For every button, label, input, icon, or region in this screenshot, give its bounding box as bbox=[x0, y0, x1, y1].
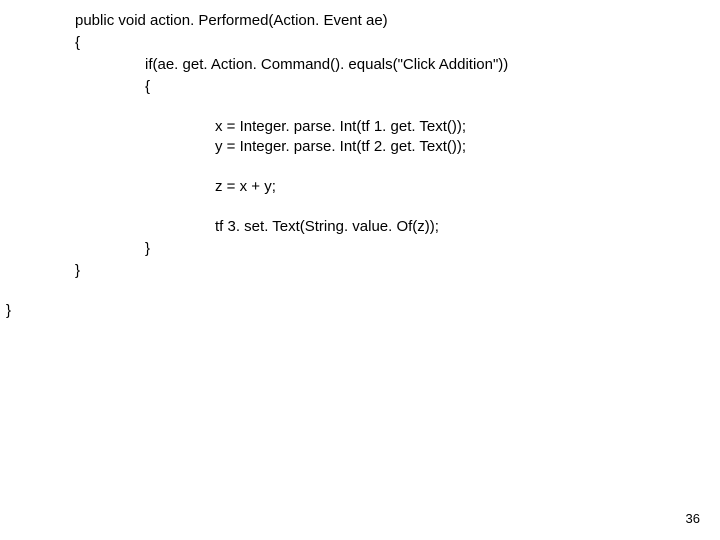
code-line-5: x = Integer. parse. Int(tf 1. get. Text(… bbox=[215, 118, 466, 136]
code-line-8: tf 3. set. Text(String. value. Of(z)); bbox=[215, 218, 439, 236]
code-line-6: y = Integer. parse. Int(tf 2. get. Text(… bbox=[215, 138, 466, 156]
code-line-11: } bbox=[6, 302, 11, 320]
code-line-2: { bbox=[75, 34, 80, 52]
code-line-3: if(ae. get. Action. Command(). equals("C… bbox=[145, 56, 508, 74]
code-line-7: z = x + y; bbox=[215, 178, 276, 196]
code-line-4: { bbox=[145, 78, 150, 96]
code-line-9: } bbox=[145, 240, 150, 258]
code-line-1: public void action. Performed(Action. Ev… bbox=[75, 12, 388, 30]
code-line-10: } bbox=[75, 262, 80, 280]
page-number: 36 bbox=[686, 511, 700, 526]
